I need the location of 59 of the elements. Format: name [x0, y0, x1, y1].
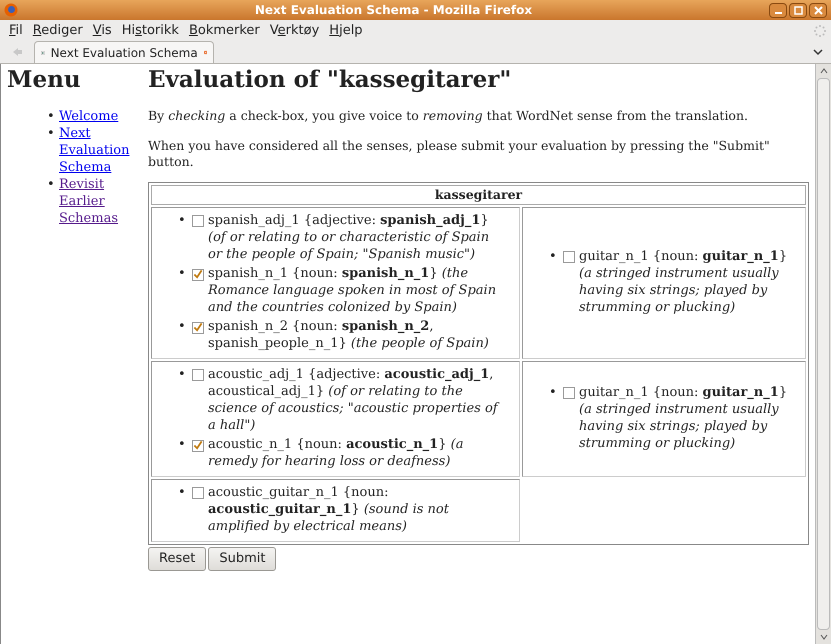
scroll-up-icon[interactable] — [820, 68, 828, 74]
menu-item[interactable]: Fil — [4, 20, 28, 40]
maximize-button[interactable] — [789, 2, 807, 18]
menu-item[interactable]: Historikk — [116, 20, 184, 40]
checkbox[interactable] — [192, 268, 204, 280]
close-button[interactable] — [809, 2, 827, 18]
sense-text: guitar_n_1 {noun: guitar_n_1} (a stringed instrument usually having six strings; played by strumming or plucking) — [579, 248, 788, 316]
instruction-text: When you have considered all the senses, please submit your evaluation by pressing the "Submit" button. — [148, 138, 771, 170]
page-heading: Evaluation of "kassegitarer" — [148, 66, 512, 94]
bullet: • — [549, 384, 558, 401]
maximize-icon — [794, 6, 802, 14]
menu-heading: Menu — [7, 66, 82, 94]
checkbox[interactable] — [563, 251, 575, 263]
window-title: Next Evaluation Schema - Mozilla Firefox — [254, 2, 534, 19]
checkbox[interactable] — [192, 369, 204, 381]
bullet: • — [178, 484, 187, 501]
sense-text: guitar_n_1 {noun: guitar_n_1} (a stringed instrument usually having six strings; played by strumming or plucking) — [579, 384, 788, 452]
menu-item[interactable]: Verktøy — [264, 20, 324, 40]
minimize-icon — [774, 12, 782, 14]
menu-item[interactable]: Hjelp — [324, 20, 368, 40]
instruction-text: By checking a check-box, you give voice to removing that WordNet sense from the translation. — [148, 108, 749, 124]
form-button[interactable]: Submit — [208, 547, 276, 571]
spinner-icon — [813, 24, 827, 38]
chevron-down-icon[interactable] — [813, 48, 823, 56]
checkbox[interactable] — [192, 440, 204, 452]
bullet: • — [178, 436, 187, 453]
sense-text: spanish_n_1 {noun: spanish_n_1} (the Romance language spoken in most of Spain and the countries colonized by Spain) — [208, 265, 498, 316]
checkbox[interactable] — [192, 322, 204, 334]
scrollbar-thumb[interactable] — [817, 78, 830, 630]
bullet: • — [178, 265, 187, 282]
bullet: • — [47, 125, 56, 143]
checkbox[interactable] — [192, 487, 204, 499]
sense-text: acoustic_guitar_n_1 {noun: acoustic_guitar_n_1} (sound is not amplified by electrical means) — [208, 484, 450, 535]
minimize-button[interactable] — [769, 2, 787, 18]
form-button[interactable]: Reset — [148, 547, 206, 571]
sense-text: acoustic_n_1 {noun: acoustic_n_1} (a remedy for hearing loss or deafness) — [208, 436, 464, 470]
table-header: kassegitarer — [151, 185, 806, 205]
menu-item[interactable]: Vis — [88, 20, 117, 40]
nav-link[interactable]: Welcome — [59, 108, 118, 125]
close-icon — [814, 6, 822, 14]
scroll-down-icon[interactable] — [820, 634, 828, 640]
bullet: • — [47, 108, 56, 125]
menu-item[interactable]: Rediger — [28, 20, 88, 40]
nav-link[interactable]: Next Evaluation Schema — [59, 125, 148, 176]
firefox-logo-icon — [4, 3, 18, 17]
browser-tab[interactable]: Next Evaluation Schema — [34, 41, 214, 63]
tab-label: Next Evaluation Schema — [50, 44, 198, 62]
sense-text: spanish_n_2 {noun: spanish_n_2, spanish_people_n_1} (the people of Spain) — [208, 318, 490, 352]
bullet: • — [178, 318, 187, 335]
sense-text: spanish_adj_1 {adjective: spanish_adj_1} (of or relating to or characteristic of Spain or the people of Spain; "Spanish music") — [208, 212, 490, 263]
bullet: • — [47, 176, 56, 194]
bullet: • — [178, 212, 187, 229]
sense-text: acoustic_adj_1 {adjective: acoustic_adj_1, acoustical_adj_1} (of or relating to the science of acoustics; "acoustic properties of a hall") — [208, 366, 499, 434]
bullet: • — [178, 366, 187, 383]
checkbox[interactable] — [563, 387, 575, 399]
bullet: • — [549, 248, 558, 265]
checkbox[interactable] — [192, 215, 204, 227]
nav-link[interactable]: Revisit Earlier Schemas — [59, 176, 148, 227]
menu-item[interactable]: Bokmerker — [184, 20, 265, 40]
